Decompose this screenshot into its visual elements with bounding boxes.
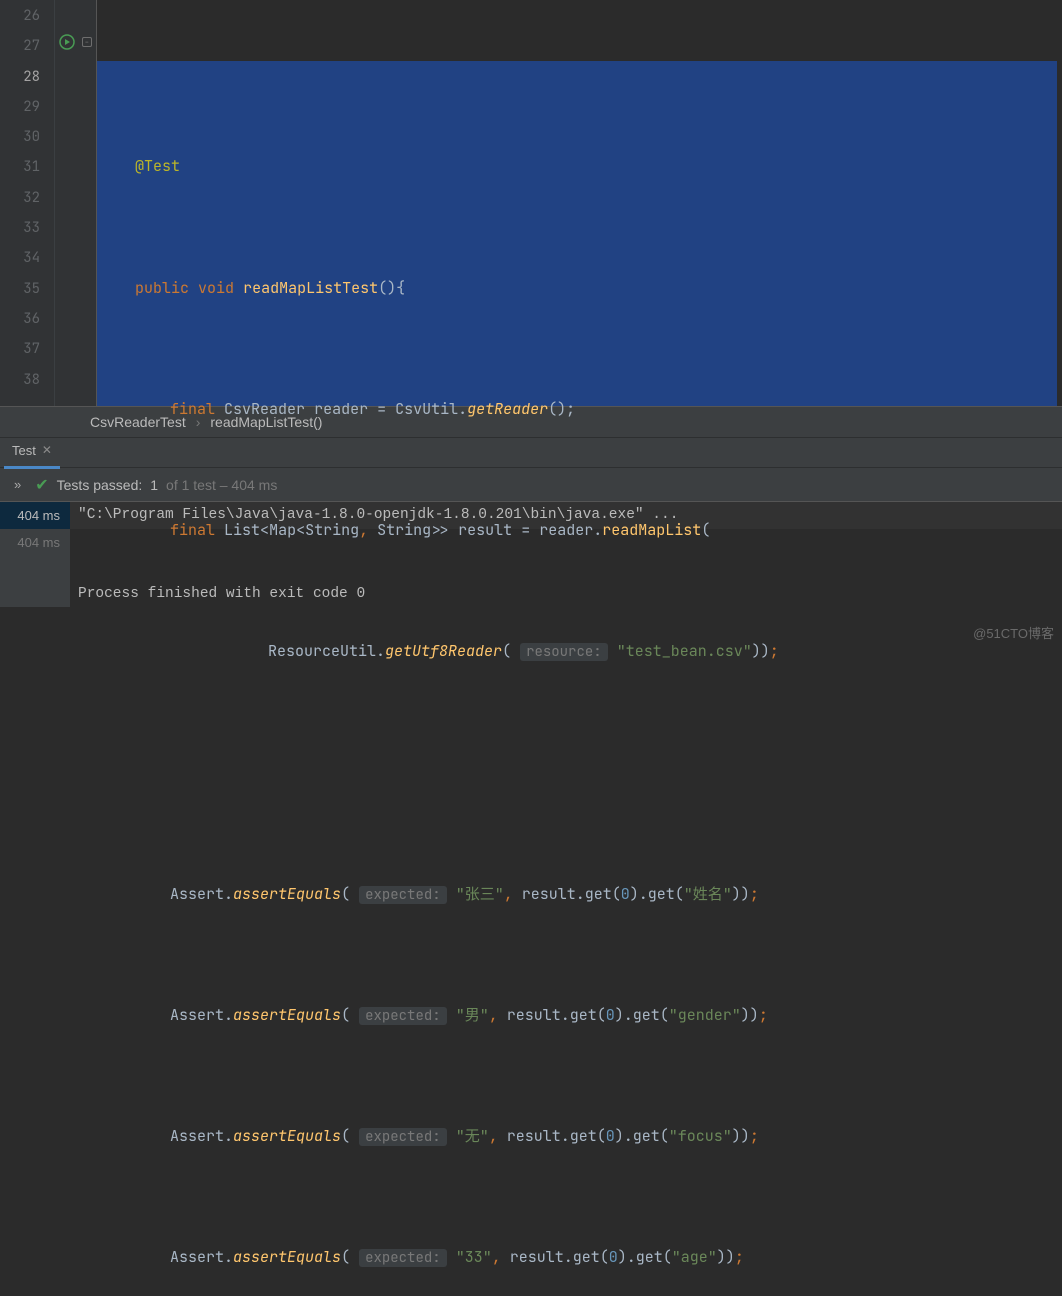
expand-icon[interactable]: » <box>14 477 27 492</box>
test-duration-2[interactable]: 404 ms <box>0 529 70 607</box>
editor: 2627 28 293031 323334 353637 38 − @Test … <box>0 0 1062 406</box>
check-icon: ✔ <box>35 475 48 495</box>
watermark: @51CTO博客 <box>973 623 1054 642</box>
run-gutter-icon[interactable] <box>59 34 75 50</box>
gutter-icons <box>55 0 81 406</box>
annotation: @Test <box>135 156 180 176</box>
tab-test[interactable]: Test ✕ <box>4 437 60 469</box>
param-hint: resource: <box>520 643 608 661</box>
close-icon[interactable]: ✕ <box>42 443 52 457</box>
test-duration[interactable]: 404 ms <box>0 502 70 529</box>
fold-collapse-icon[interactable]: − <box>82 37 92 47</box>
fold-gutter: − <box>81 0 97 406</box>
method-name: readMapListTest <box>243 278 378 298</box>
line-number-gutter[interactable]: 2627 28 293031 323334 353637 38 <box>0 0 55 406</box>
code-area[interactable]: @Test public void readMapListTest(){ fin… <box>97 0 1062 406</box>
